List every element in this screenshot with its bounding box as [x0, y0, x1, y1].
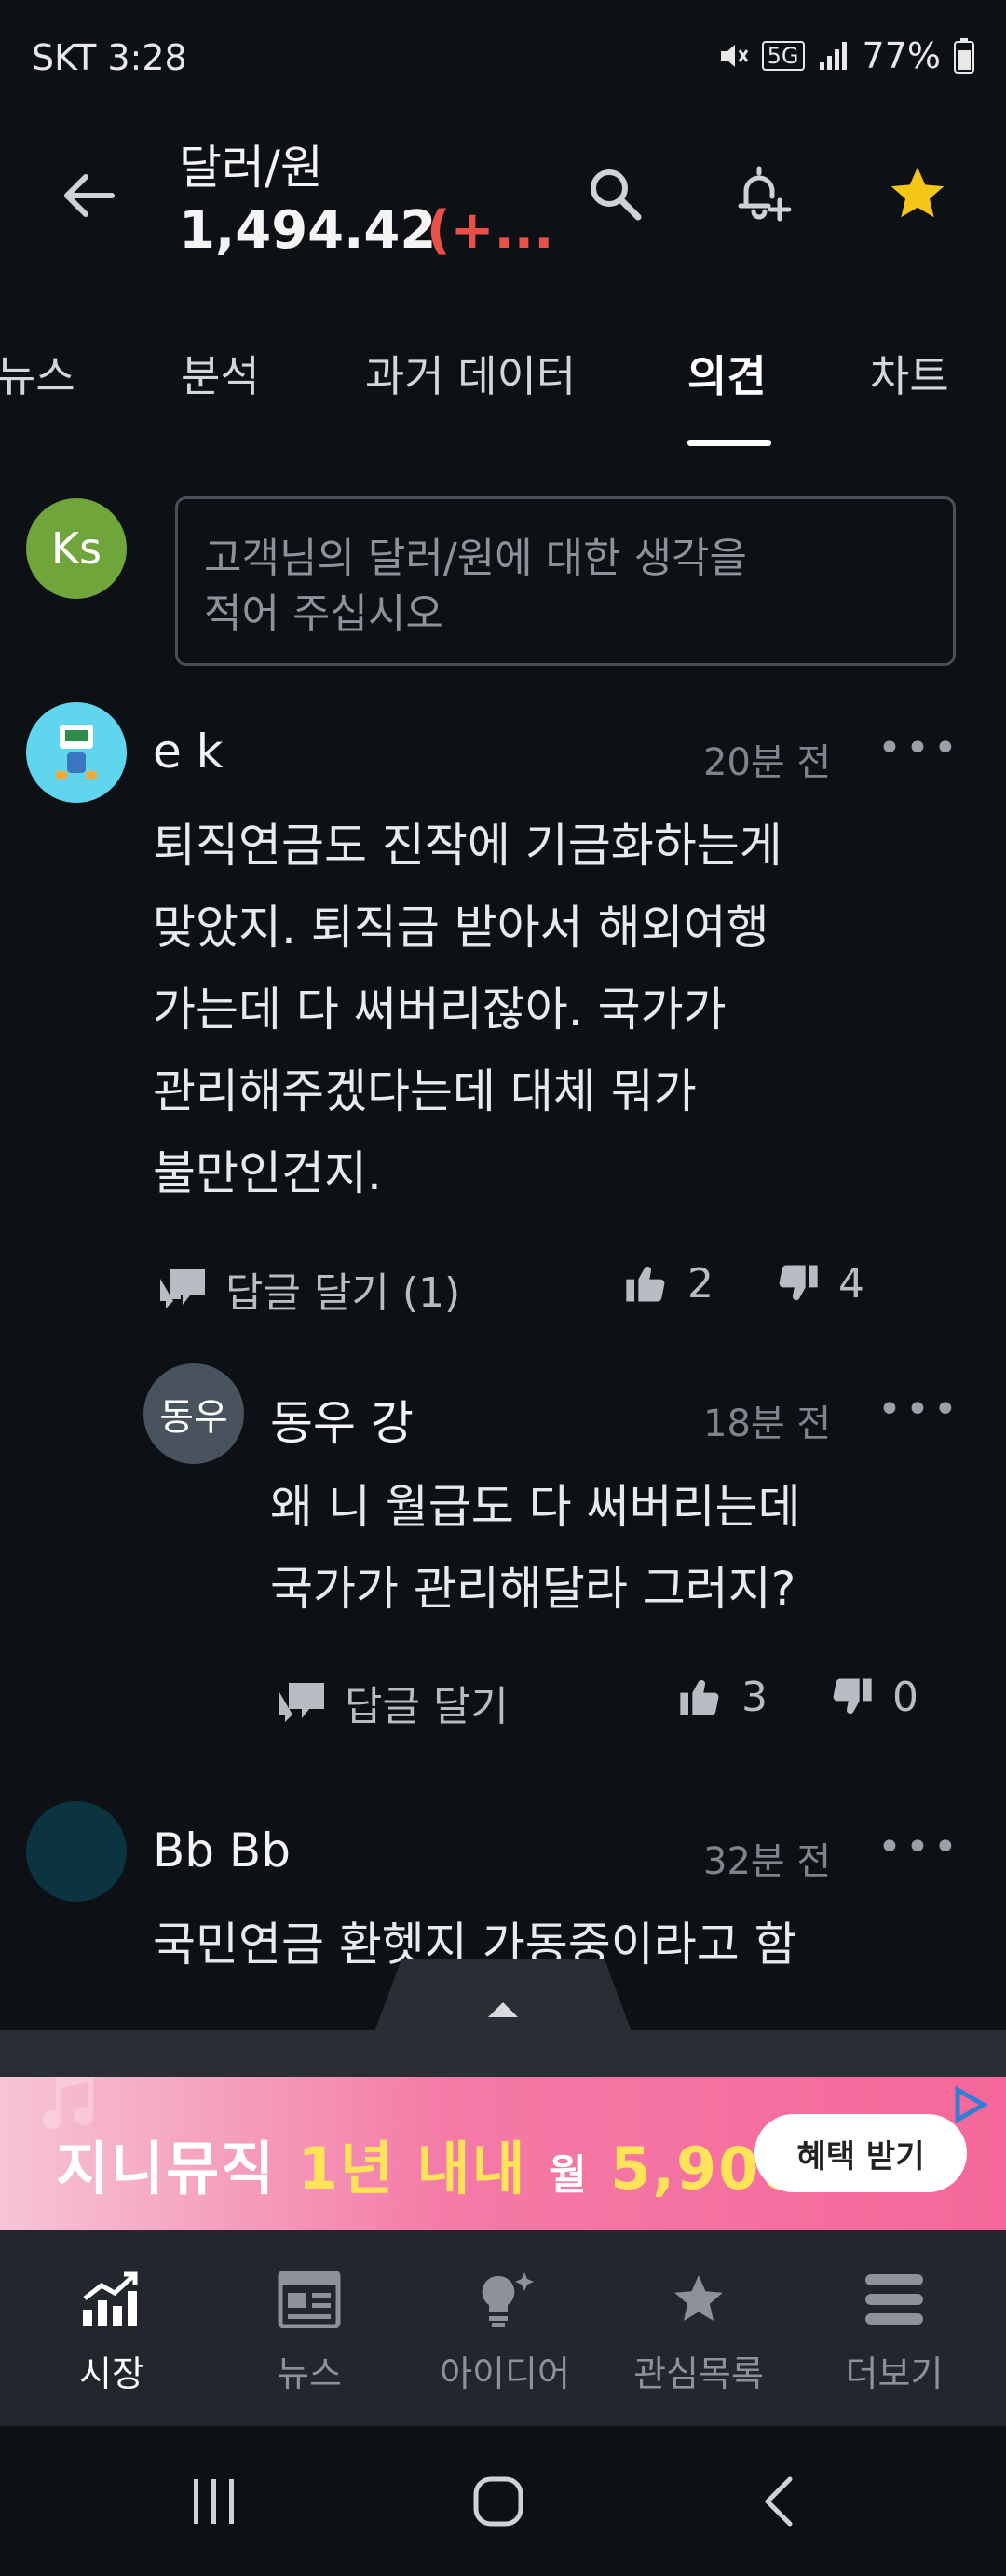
signal-icon — [819, 42, 847, 70]
nav-label: 아이디어 — [440, 2353, 570, 2394]
tab-historical-data[interactable]: 과거 데이터 — [365, 343, 576, 404]
nav-label: 뉴스 — [277, 2353, 342, 2394]
ad-brand: 지니뮤직 — [56, 2135, 277, 2203]
recent-apps-icon[interactable] — [186, 2475, 242, 2528]
commenter-avatar[interactable] — [26, 1801, 127, 1902]
dislike-count: 0 — [892, 1673, 918, 1721]
battery-percent: 77% — [862, 35, 941, 76]
reply-line: 국가가 관리해달라 그러지? — [270, 1562, 796, 1616]
nav-market[interactable]: 시장 — [37, 2271, 186, 2396]
back-nav-icon[interactable] — [756, 2474, 803, 2529]
comment-author[interactable]: Bb Bb — [153, 1824, 291, 1878]
comment-line: 퇴직연금도 진작에 기금화하는게 — [153, 819, 782, 873]
comment-placeholder-line2: 적어 주십시오 — [204, 590, 443, 638]
nav-label: 시장 — [79, 2353, 144, 2394]
nav-news[interactable]: 뉴스 — [235, 2271, 384, 2396]
bell-plus-icon — [738, 166, 792, 222]
dislike-count: 4 — [838, 1259, 864, 1308]
thumbs-down-icon — [779, 1265, 818, 1301]
star-icon — [890, 167, 945, 218]
nav-label: 관심목록 — [633, 2353, 764, 2394]
reply-line: 왜 니 월급도 다 써버리는데 — [270, 1480, 801, 1534]
news-icon — [278, 2271, 341, 2328]
comment-line: 관리해주겠다는데 대체 뭐가 — [153, 1064, 697, 1119]
thumbs-down-icon — [833, 1678, 872, 1715]
reply-bubble-icon — [160, 1269, 205, 1308]
reply-label: 답글 달기 — [345, 1683, 509, 1730]
like-button[interactable]: 3 — [676, 1673, 768, 1721]
comment-placeholder-line1: 고객님의 달러/원에 대한 생각을 — [204, 535, 748, 582]
status-icons: 5G 77% — [717, 35, 974, 76]
comment-line: 가는데 다 써버리잖아. 국가가 — [153, 983, 727, 1037]
ad-highlight: 1년 내내 — [297, 2135, 527, 2203]
comment-line: 맞았지. 퇴직금 받아서 해외여행 — [153, 901, 769, 955]
watchlist-star-icon — [674, 2275, 723, 2321]
battery-icon — [954, 38, 974, 74]
price-change: (+... — [427, 200, 554, 261]
home-icon[interactable] — [470, 2474, 526, 2529]
tab-news[interactable]: 뉴스 — [0, 343, 75, 404]
dislike-button[interactable]: 4 — [773, 1259, 864, 1308]
chevron-up-icon — [488, 2002, 518, 2017]
thumbs-up-icon — [680, 1679, 719, 1715]
reply-more-button[interactable]: ••• — [877, 1386, 961, 1433]
comment-line: 불만인건지. — [153, 1146, 382, 1200]
dislike-button[interactable]: 0 — [827, 1673, 918, 1721]
comment-more-button[interactable]: ••• — [877, 725, 961, 772]
menu-icon — [865, 2274, 923, 2325]
reply-time: 18분 전 — [703, 1403, 832, 1445]
ad-banner[interactable]: 지니뮤직 1년 내내 월 5,900원 혜택 받기 — [0, 2077, 1006, 2230]
like-count: 2 — [687, 1259, 714, 1308]
mute-icon — [720, 45, 748, 67]
nav-ideas[interactable]: 아이디어 — [430, 2271, 579, 2396]
reply-bubble-icon — [279, 1683, 324, 1722]
reply-to-reply-button[interactable]: 답글 달기 — [276, 1673, 509, 1732]
nav-watchlist[interactable]: 관심목록 — [624, 2271, 773, 2396]
ad-text: 지니뮤직 1년 내내 월 5,900원 — [56, 2122, 846, 2205]
status-time: SKT 3:28 — [32, 37, 187, 78]
replier-avatar[interactable]: 동우 — [143, 1363, 244, 1464]
favorite-button[interactable] — [880, 156, 955, 231]
ad-month: 월 — [549, 2151, 589, 2199]
tab-opinion[interactable]: 의견 — [687, 343, 767, 404]
back-button[interactable] — [58, 163, 123, 228]
comment-body: 퇴직연금도 진작에 기금화하는게 맞았지. 퇴직금 받아서 해외여행 가는데 다… — [153, 805, 972, 1214]
tab-chart[interactable]: 차트 — [870, 343, 949, 404]
search-button[interactable] — [578, 156, 652, 231]
comment-author[interactable]: e k — [153, 725, 224, 779]
robot-avatar-icon — [56, 725, 97, 779]
comment-more-button[interactable]: ••• — [877, 1824, 961, 1871]
reply-body: 왜 니 월급도 다 써버리는데 국가가 관리해달라 그러지? — [270, 1466, 978, 1630]
search-icon — [591, 169, 642, 221]
page-title: 달러/원 — [179, 141, 323, 195]
active-tab-indicator — [687, 440, 771, 446]
nav-more[interactable]: 더보기 — [820, 2271, 969, 2396]
alert-add-button[interactable] — [727, 156, 801, 231]
idea-bulb-icon — [482, 2272, 534, 2327]
thumbs-up-icon — [626, 1266, 665, 1302]
like-count: 3 — [741, 1673, 768, 1721]
comment-time: 32분 전 — [703, 1840, 832, 1883]
ad-choices-icon[interactable] — [952, 2086, 989, 2123]
ad-benefit-button[interactable]: 혜택 받기 — [754, 2114, 967, 2192]
back-arrow-icon — [64, 174, 115, 217]
comment-input[interactable]: 고객님의 달러/원에 대한 생각을 적어 주십시오 — [175, 496, 956, 666]
tab-analysis[interactable]: 분석 — [181, 343, 260, 404]
commenter-avatar[interactable] — [26, 702, 127, 803]
price-value: 1,494.42 — [179, 200, 437, 261]
reply-label: 답글 달기 (1) — [225, 1269, 461, 1317]
comment-time: 20분 전 — [703, 741, 832, 784]
network-badge: 5G — [761, 41, 805, 71]
market-chart-icon — [83, 2271, 138, 2326]
nav-label: 더보기 — [845, 2353, 944, 2394]
reply-author[interactable]: 동우 강 — [270, 1386, 414, 1453]
reply-button[interactable]: 답글 달기 (1) — [156, 1259, 460, 1319]
like-button[interactable]: 2 — [622, 1259, 714, 1308]
user-avatar: Ks — [26, 498, 127, 599]
